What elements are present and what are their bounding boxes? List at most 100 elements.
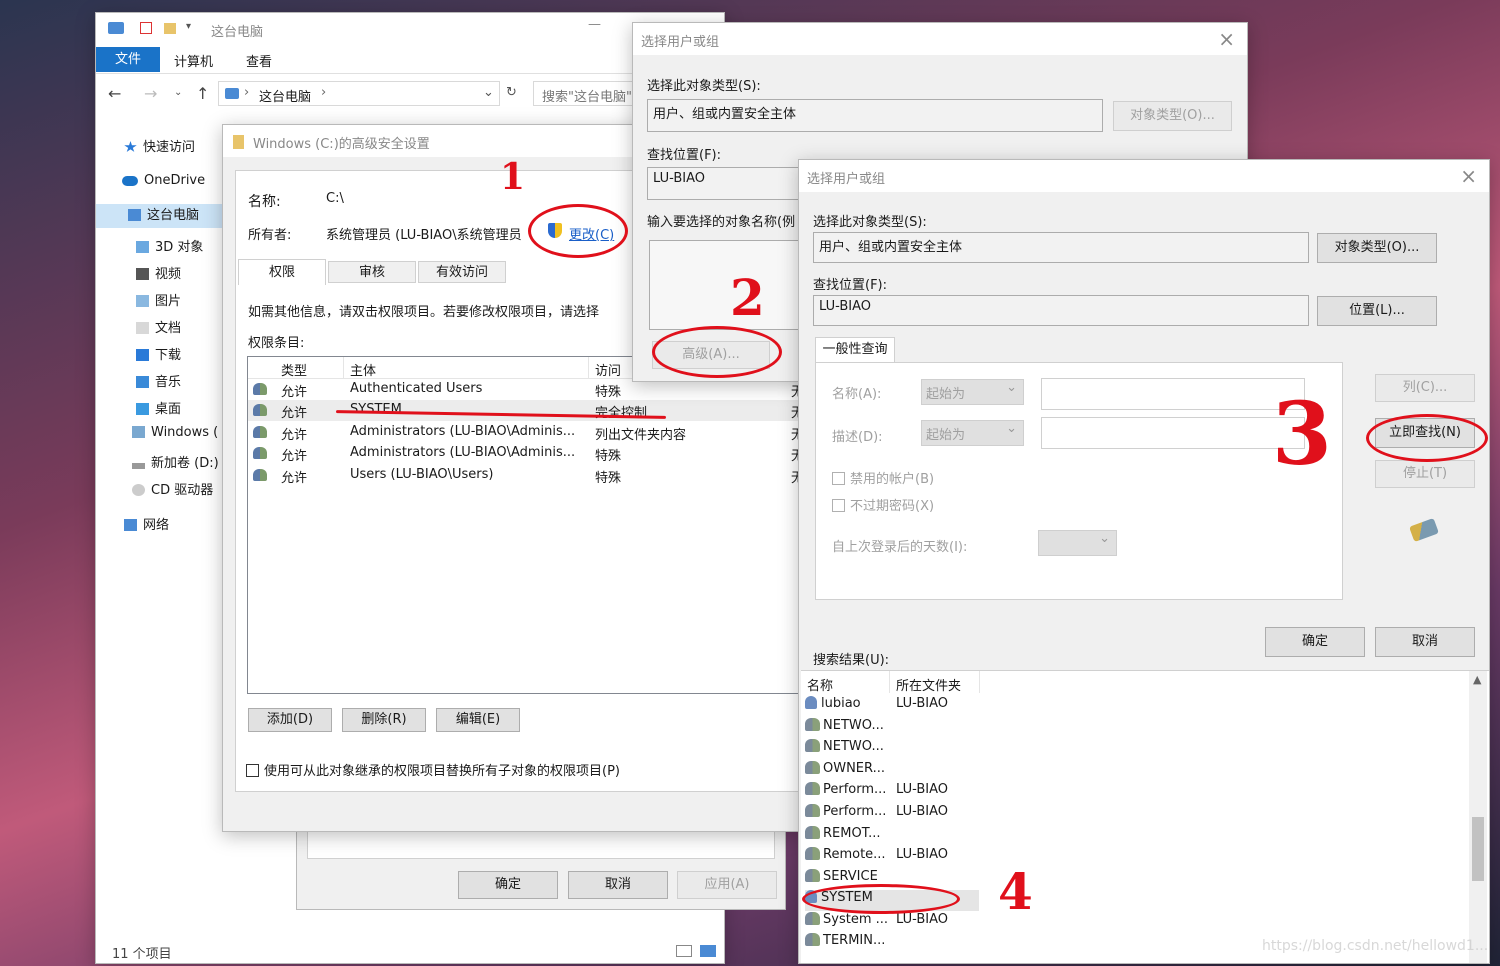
tab-permissions[interactable]: 权限 xyxy=(238,259,326,285)
query-desc-input[interactable] xyxy=(1041,417,1305,449)
result-row[interactable]: System ... LU-BIAO xyxy=(805,912,948,933)
quick-access-dropdown-icon[interactable]: ▾ xyxy=(186,21,191,32)
group-icon xyxy=(805,869,820,882)
ribbon-tab-computer[interactable]: 计算机 xyxy=(174,51,213,70)
col-type[interactable]: 类型 xyxy=(281,360,307,379)
checkbox-icon[interactable] xyxy=(140,22,152,34)
query-desc-combo[interactable]: 起始为 xyxy=(921,420,1024,446)
results-scrollbar[interactable]: ▲ xyxy=(1469,671,1487,963)
ribbon-tab-view[interactable]: 查看 xyxy=(246,51,272,70)
query-name-input[interactable] xyxy=(1041,378,1305,410)
sel1-obj-type-label: 选择此对象类型(S): xyxy=(647,79,761,94)
sel2-close-icon[interactable]: × xyxy=(1460,164,1477,188)
perm-row-5[interactable]: 允许 Users (LU-BIAO\Users) 特殊 无 xyxy=(248,465,801,486)
perm-row-4[interactable]: 允许 Administrators (LU-BIAO\Adminis... 特殊… xyxy=(248,443,801,464)
picture-icon xyxy=(136,295,149,307)
forward-arrow-icon[interactable]: → xyxy=(144,84,157,103)
sel2-locations-button[interactable]: 位置(L)... xyxy=(1317,296,1437,326)
large-icons-view-icon[interactable] xyxy=(700,945,716,957)
disabled-accounts-checkbox[interactable]: 禁用的帐户(B) xyxy=(832,468,934,487)
props-ok-button[interactable]: 确定 xyxy=(458,871,558,899)
perm-row-2[interactable]: 允许 SYSTEM 完全控制 无 xyxy=(248,400,801,421)
props-apply-button[interactable]: 应用(A) xyxy=(677,871,777,899)
props-cancel-button[interactable]: 取消 xyxy=(568,871,668,899)
recent-dropdown-icon[interactable]: ⌄ xyxy=(174,87,182,98)
desktop-icon xyxy=(136,403,149,415)
address-chevron2-icon: › xyxy=(321,85,327,100)
result-row[interactable]: REMOT... xyxy=(805,826,881,847)
replace-child-permissions-checkbox[interactable]: 使用可从此对象继承的权限项目替换所有子对象的权限项目(P) xyxy=(246,760,620,779)
tab-auditing[interactable]: 审核 xyxy=(328,261,416,283)
sel2-cancel-button[interactable]: 取消 xyxy=(1375,627,1475,657)
result-row[interactable]: OWNER... xyxy=(805,761,885,782)
scroll-up-icon[interactable]: ▲ xyxy=(1473,673,1481,686)
perm-access: 列出文件夹内容 xyxy=(595,428,687,443)
address-bar[interactable]: › 这台电脑 › ⌄ xyxy=(218,81,500,106)
details-view-icon[interactable] xyxy=(676,945,692,957)
search-results-list[interactable]: 名称 所在文件夹 lubiao LU-BIAO NETWO... NETWO...… xyxy=(801,670,1489,963)
annotation-3: 3 xyxy=(1272,384,1332,485)
non-expiring-password-checkbox[interactable]: 不过期密码(X) xyxy=(832,495,934,514)
edit-button[interactable]: 编辑(E) xyxy=(436,708,520,732)
result-row[interactable]: NETWO... xyxy=(805,718,884,739)
col-sep-1 xyxy=(343,357,344,379)
result-row[interactable]: Remote... LU-BIAO xyxy=(805,847,948,868)
status-bar: 11 个项目 xyxy=(112,947,172,962)
nav-documents[interactable]: 文档 xyxy=(136,317,181,341)
address-dropdown-icon[interactable]: ⌄ xyxy=(483,85,494,100)
search-keys-icon xyxy=(1409,518,1439,542)
result-row[interactable]: Perform... LU-BIAO xyxy=(805,782,948,803)
results-col-name[interactable]: 名称 xyxy=(807,675,833,694)
nav-pictures[interactable]: 图片 xyxy=(136,290,181,314)
stop-button[interactable]: 停止(T) xyxy=(1375,460,1475,488)
col-principal[interactable]: 主体 xyxy=(350,360,376,379)
nav-network[interactable]: 网络 xyxy=(124,514,169,538)
sel2-object-types-button[interactable]: 对象类型(O)... xyxy=(1317,233,1437,263)
result-row[interactable]: TERMIN... xyxy=(805,933,885,954)
sel1-titlebar: 选择用户或组 × xyxy=(633,23,1247,55)
add-button[interactable]: 添加(D) xyxy=(248,708,332,732)
nav-windows-drive[interactable]: Windows ( xyxy=(132,425,218,449)
permissions-list[interactable]: 类型 主体 访问 允许 Authenticated Users 特殊 无 允许 … xyxy=(247,356,802,694)
download-icon xyxy=(136,349,149,361)
up-arrow-icon[interactable]: ↑ xyxy=(196,84,209,103)
col-access[interactable]: 访问 xyxy=(595,360,621,379)
result-row[interactable]: lubiao LU-BIAO xyxy=(805,696,948,717)
result-row[interactable]: NETWO... xyxy=(805,739,884,760)
nav-quick-access[interactable]: 快速访问 xyxy=(124,136,195,160)
sel1-object-types-button[interactable]: 对象类型(O)... xyxy=(1113,101,1232,131)
result-row[interactable]: Perform... LU-BIAO xyxy=(805,804,948,825)
sel1-names-box[interactable] xyxy=(649,240,804,330)
nav-desktop[interactable]: 桌面 xyxy=(136,398,181,422)
perm-row-1[interactable]: 允许 Authenticated Users 特殊 无 xyxy=(248,379,801,400)
nav-3d-objects[interactable]: 3D 对象 xyxy=(136,236,203,260)
sel2-ok-button[interactable]: 确定 xyxy=(1265,627,1365,657)
nav-cd-drive[interactable]: CD 驱动器 xyxy=(132,479,213,503)
remove-button[interactable]: 删除(R) xyxy=(342,708,426,732)
nav-music[interactable]: 音乐 xyxy=(136,371,181,395)
back-arrow-icon[interactable]: ← xyxy=(108,84,121,103)
ribbon-tab-file[interactable]: 文件 xyxy=(96,47,160,72)
address-pc-icon xyxy=(225,88,239,99)
days-since-logon-combo[interactable] xyxy=(1038,530,1117,556)
network-icon xyxy=(124,519,137,531)
perm-row-3[interactable]: 允许 Administrators (LU-BIAO\Adminis... 列出… xyxy=(248,422,801,443)
folder-quick-icon[interactable] xyxy=(164,23,176,34)
nav-videos[interactable]: 视频 xyxy=(136,263,181,287)
tab-effective-access[interactable]: 有效访问 xyxy=(418,261,506,283)
minimize-icon[interactable]: — xyxy=(588,17,601,32)
query-name-combo[interactable]: 起始为 xyxy=(921,379,1024,405)
result-folder: LU-BIAO xyxy=(896,804,948,819)
sel2-location-label: 查找位置(F): xyxy=(813,278,888,293)
tab-common-queries[interactable]: 一般性查询 xyxy=(815,337,895,363)
sel1-close-icon[interactable]: × xyxy=(1218,27,1235,51)
results-col-folder[interactable]: 所在文件夹 xyxy=(896,675,961,694)
scroll-thumb[interactable] xyxy=(1472,817,1484,881)
nav-downloads[interactable]: 下载 xyxy=(136,344,181,368)
nav-onedrive[interactable]: OneDrive xyxy=(122,173,205,197)
perm-type: 允许 xyxy=(281,471,308,486)
nav-this-pc[interactable]: 这台电脑 xyxy=(96,204,224,228)
columns-button[interactable]: 列(C)... xyxy=(1375,374,1475,402)
refresh-icon[interactable]: ↻ xyxy=(506,85,517,100)
nav-d-drive[interactable]: 新加卷 (D:) xyxy=(132,452,219,476)
